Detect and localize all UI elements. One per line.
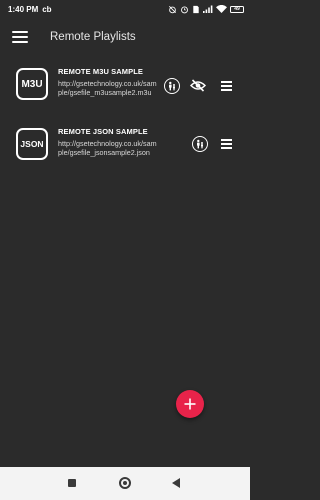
status-bar: 1:40 PM cb 49 — [0, 0, 250, 18]
playlist-text: REMOTE M3U SAMPLE http://gsetechnology.c… — [58, 67, 158, 97]
home-icon[interactable] — [119, 477, 131, 489]
status-left: 1:40 PM cb — [8, 5, 52, 14]
alarm-icon — [181, 6, 188, 13]
family-icon — [169, 81, 175, 91]
json-badge-icon: JSON — [16, 128, 48, 160]
carrier-badge: cb — [42, 4, 52, 14]
signal-icon — [203, 5, 213, 13]
status-right: 49 — [168, 5, 244, 14]
app-bar: Remote Playlists — [0, 18, 250, 56]
page-title: Remote Playlists — [50, 31, 136, 43]
back-icon[interactable] — [172, 478, 180, 488]
list-item[interactable]: JSON REMOTE JSON SAMPLE http://gsetechno… — [0, 120, 250, 180]
add-playlist-button[interactable] — [176, 390, 204, 418]
family-icon — [197, 139, 203, 149]
parental-icon[interactable] — [192, 136, 208, 152]
playlist-list: M3U REMOTE M3U SAMPLE http://gsetechnolo… — [0, 60, 250, 180]
drag-handle-icon[interactable] — [221, 81, 232, 91]
system-nav-bar — [0, 467, 250, 500]
playlist-url: http://gsetechnology.co.uk/sample/gsefil… — [58, 139, 157, 158]
playlist-url: http://gsetechnology.co.uk/sample/gsefil… — [58, 79, 157, 98]
parental-icon[interactable] — [164, 78, 180, 94]
battery-icon: 49 — [230, 5, 244, 13]
drag-handle-icon[interactable] — [221, 139, 232, 149]
status-time: 1:40 PM — [8, 4, 39, 14]
playlist-text: REMOTE JSON SAMPLE http://gsetechnology.… — [58, 127, 158, 157]
recents-icon[interactable] — [68, 479, 76, 487]
sim-icon — [193, 5, 199, 13]
eye-off-icon[interactable] — [190, 79, 206, 92]
m3u-badge-icon: M3U — [16, 68, 48, 100]
plus-icon — [184, 398, 196, 410]
alarm-off-icon — [169, 5, 176, 13]
playlist-title: REMOTE JSON SAMPLE — [58, 127, 148, 136]
wifi-icon — [216, 5, 227, 13]
playlist-title: REMOTE M3U SAMPLE — [58, 67, 144, 76]
hamburger-menu-icon[interactable] — [12, 29, 28, 45]
list-item[interactable]: M3U REMOTE M3U SAMPLE http://gsetechnolo… — [0, 60, 250, 120]
